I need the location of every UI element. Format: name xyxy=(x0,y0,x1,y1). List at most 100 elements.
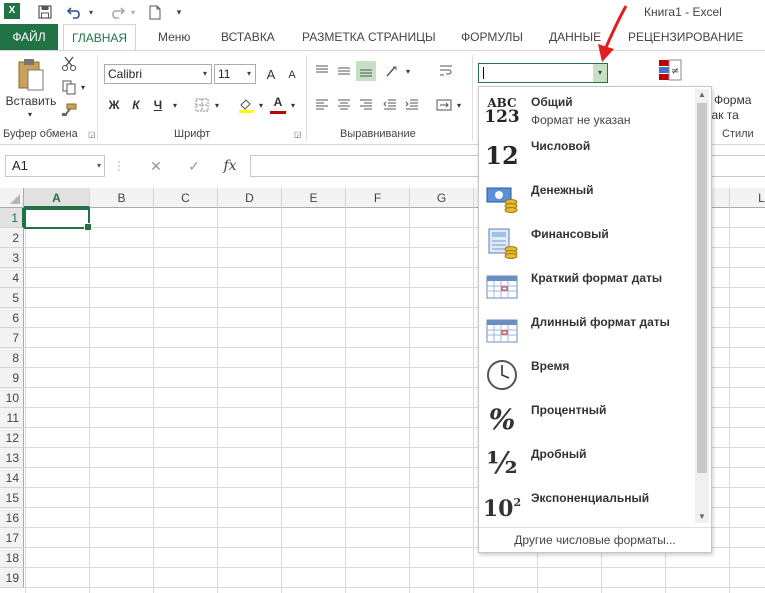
align-center-icon[interactable] xyxy=(334,95,354,115)
chevron-down-icon[interactable]: ▾ xyxy=(199,65,211,83)
paste-button[interactable]: Вставить xyxy=(2,93,60,109)
column-header-l[interactable]: L xyxy=(730,188,765,208)
format-painter-icon[interactable] xyxy=(60,101,78,119)
row-header-2[interactable]: 2 xyxy=(0,228,24,248)
row-header-4[interactable]: 4 xyxy=(0,268,24,288)
row-header-7[interactable]: 7 xyxy=(0,328,24,348)
row-header-19[interactable]: 19 xyxy=(0,568,24,588)
row-header-14[interactable]: 14 xyxy=(0,468,24,488)
select-all-button[interactable] xyxy=(0,188,24,208)
tab-review[interactable]: РЕЦЕНЗИРОВАНИЕ xyxy=(620,24,751,50)
column-header-e[interactable]: E xyxy=(282,188,346,208)
enter-icon[interactable]: ✓ xyxy=(182,155,206,177)
orientation-dropdown-icon[interactable]: ▾ xyxy=(404,61,412,81)
more-number-formats-link[interactable]: Другие числовые форматы... xyxy=(479,527,711,551)
underline-dropdown-icon[interactable]: ▾ xyxy=(170,95,180,115)
shrink-font-button[interactable]: A xyxy=(284,66,300,84)
format-item-currency[interactable]: Денежный xyxy=(479,177,697,221)
row-header-5[interactable]: 5 xyxy=(0,288,24,308)
row-header-6[interactable]: 6 xyxy=(0,308,24,328)
decrease-indent-icon[interactable] xyxy=(380,95,400,115)
format-item-general[interactable]: ABC 123 Общий Формат не указан xyxy=(479,89,697,133)
customize-qat-icon[interactable]: ▾ xyxy=(172,3,186,21)
merge-dropdown-icon[interactable]: ▾ xyxy=(454,95,464,115)
font-size-combo[interactable]: 11 ▾ xyxy=(214,64,256,84)
grow-font-button[interactable]: A xyxy=(262,64,280,84)
dropdown-scrollbar[interactable]: ▲ ▼ xyxy=(695,89,709,523)
paste-dropdown-icon[interactable]: ▾ xyxy=(22,109,38,119)
borders-dropdown-icon[interactable]: ▾ xyxy=(212,95,222,115)
font-color-dropdown-icon[interactable]: ▾ xyxy=(288,95,298,115)
wrap-text-icon[interactable] xyxy=(436,61,456,81)
insert-function-icon[interactable]: fx xyxy=(218,155,242,177)
format-item-number[interactable]: 12 Числовой xyxy=(479,133,697,177)
cut-icon[interactable] xyxy=(60,55,78,73)
format-item-long-date[interactable]: Длинный формат даты xyxy=(479,309,697,353)
name-box[interactable]: A1 ▾ xyxy=(5,155,105,177)
column-header-g[interactable]: G xyxy=(410,188,474,208)
column-header-b[interactable]: B xyxy=(90,188,154,208)
scroll-up-icon[interactable]: ▲ xyxy=(695,89,709,101)
column-header-f[interactable]: F xyxy=(346,188,410,208)
copy-dropdown-icon[interactable]: ▾ xyxy=(78,78,88,96)
format-as-table-line1[interactable]: Форма xyxy=(714,93,764,107)
row-header-9[interactable]: 9 xyxy=(0,368,24,388)
row-header-17[interactable]: 17 xyxy=(0,528,24,548)
format-item-fraction[interactable]: ½ Дробный xyxy=(479,441,697,485)
underline-button[interactable]: Ч xyxy=(148,95,168,115)
number-format-combo[interactable]: ▾ xyxy=(478,63,608,83)
fill-color-icon[interactable] xyxy=(236,95,256,115)
tab-menu[interactable]: Меню xyxy=(150,24,198,50)
clipboard-launcher-icon[interactable]: ◲ xyxy=(88,130,96,139)
align-top-icon[interactable] xyxy=(312,61,332,81)
column-header-a[interactable]: A xyxy=(24,188,90,208)
fill-dropdown-icon[interactable]: ▾ xyxy=(256,95,266,115)
copy-icon[interactable] xyxy=(60,78,78,96)
row-header-1[interactable]: 1 xyxy=(0,208,24,228)
italic-button[interactable]: К xyxy=(126,95,146,115)
scrollbar-thumb[interactable] xyxy=(697,103,707,473)
align-middle-icon[interactable] xyxy=(334,61,354,81)
paste-icon[interactable] xyxy=(14,55,48,95)
active-cell-a1[interactable] xyxy=(24,208,92,231)
tab-page-layout[interactable]: РАЗМЕТКА СТРАНИЦЫ xyxy=(294,24,444,50)
row-header-10[interactable]: 10 xyxy=(0,388,24,408)
format-item-time[interactable]: Время xyxy=(479,353,697,397)
align-bottom-icon[interactable] xyxy=(356,61,376,81)
row-header-15[interactable]: 15 xyxy=(0,488,24,508)
scroll-down-icon[interactable]: ▼ xyxy=(695,511,709,523)
increase-indent-icon[interactable] xyxy=(402,95,422,115)
borders-icon[interactable] xyxy=(192,95,212,115)
format-item-scientific[interactable]: 10 2 Экспоненциальный xyxy=(479,485,697,529)
column-header-c[interactable]: C xyxy=(154,188,218,208)
orientation-icon[interactable] xyxy=(382,61,404,81)
format-as-table-line2[interactable]: как та xyxy=(706,108,764,122)
row-header-16[interactable]: 16 xyxy=(0,508,24,528)
redo-icon[interactable] xyxy=(106,3,128,21)
save-icon[interactable] xyxy=(34,3,56,21)
row-header-3[interactable]: 3 xyxy=(0,248,24,268)
row-header-13[interactable]: 13 xyxy=(0,448,24,468)
cancel-icon[interactable]: ✕ xyxy=(144,155,168,177)
undo-dropdown-icon[interactable]: ▾ xyxy=(86,3,96,21)
undo-icon[interactable] xyxy=(64,3,86,21)
row-header-12[interactable]: 12 xyxy=(0,428,24,448)
format-item-accounting[interactable]: Финансовый xyxy=(479,221,697,265)
font-color-button[interactable]: A xyxy=(268,93,288,111)
row-header-8[interactable]: 8 xyxy=(0,348,24,368)
format-item-short-date[interactable]: Краткий формат даты xyxy=(479,265,697,309)
new-file-icon[interactable] xyxy=(146,3,164,21)
chevron-down-icon[interactable]: ▾ xyxy=(593,64,607,82)
tab-file[interactable]: ФАЙЛ xyxy=(0,24,58,50)
chevron-down-icon[interactable]: ▾ xyxy=(97,156,101,176)
conditional-formatting-icon[interactable]: ≠ xyxy=(656,57,684,87)
tab-insert[interactable]: ВСТАВКА xyxy=(213,24,283,50)
format-item-percent[interactable]: % Процентный xyxy=(479,397,697,441)
font-launcher-icon[interactable]: ◲ xyxy=(294,130,302,139)
chevron-down-icon[interactable]: ▾ xyxy=(243,65,255,83)
bold-button[interactable]: Ж xyxy=(104,95,124,115)
tab-home[interactable]: ГЛАВНАЯ xyxy=(63,24,137,51)
tab-formulas[interactable]: ФОРМУЛЫ xyxy=(453,24,531,50)
redo-dropdown-icon[interactable]: ▾ xyxy=(128,3,138,21)
column-header-d[interactable]: D xyxy=(218,188,282,208)
